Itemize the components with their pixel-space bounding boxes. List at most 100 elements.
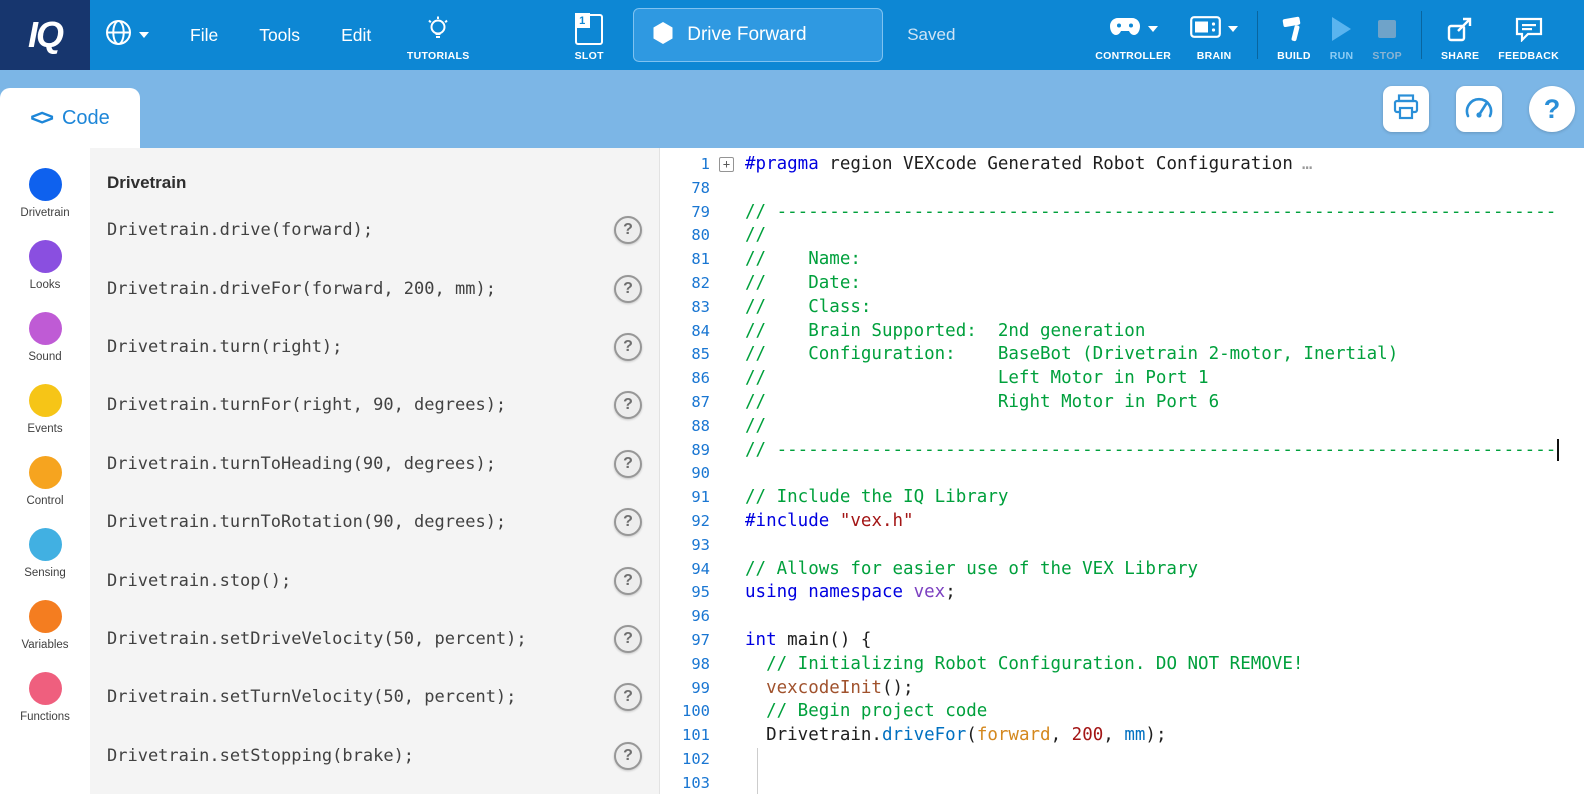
command-text[interactable]: Drivetrain.setDriveVelocity(50, percent)… — [107, 629, 527, 649]
line-number: 91 — [660, 486, 710, 510]
share-button[interactable]: SHARE — [1441, 0, 1479, 70]
command-text[interactable]: Drivetrain.setStopping(brake); — [107, 746, 414, 766]
code-line[interactable]: 88// — [660, 415, 1584, 439]
project-name-button[interactable]: Drive Forward — [633, 8, 883, 62]
stop-button[interactable]: STOP — [1372, 0, 1402, 70]
menu-file[interactable]: File — [190, 25, 218, 46]
tab-code[interactable]: <> Code — [0, 88, 140, 148]
command-help-button[interactable]: ? — [614, 567, 642, 595]
command-text[interactable]: Drivetrain.turn(right); — [107, 337, 342, 357]
sidebar-category-variables[interactable]: Variables — [0, 600, 90, 651]
code-line[interactable]: 98 // Initializing Robot Configuration. … — [660, 653, 1584, 677]
command-text[interactable]: Drivetrain.turnToRotation(90, degrees); — [107, 512, 506, 532]
command-text[interactable]: Drivetrain.stop(); — [107, 571, 291, 591]
code-line[interactable]: 80// — [660, 224, 1584, 248]
build-label: BUILD — [1277, 50, 1311, 62]
run-button[interactable]: RUN — [1330, 0, 1354, 70]
code-line[interactable]: 78 — [660, 177, 1584, 201]
command-text[interactable]: Drivetrain.turnToHeading(90, degrees); — [107, 454, 496, 474]
code-line[interactable]: 101 Drivetrain.driveFor(forward, 200, mm… — [660, 724, 1584, 748]
command-help-button[interactable]: ? — [614, 333, 642, 361]
command-row[interactable]: Drivetrain.setStopping(brake);? — [90, 727, 659, 785]
code-line[interactable]: 81// Name: — [660, 248, 1584, 272]
command-help-button[interactable]: ? — [614, 508, 642, 536]
menu-tools[interactable]: Tools — [259, 25, 300, 46]
sidebar-category-events[interactable]: Events — [0, 384, 90, 435]
code-line[interactable]: 86// Left Motor in Port 1 — [660, 367, 1584, 391]
sidebar-category-functions[interactable]: Functions — [0, 672, 90, 723]
text-cursor — [1557, 439, 1559, 461]
code-line[interactable]: 103 — [660, 772, 1584, 794]
code-line[interactable]: 82// Date: — [660, 272, 1584, 296]
command-help-button[interactable]: ? — [614, 275, 642, 303]
fold-gutter — [710, 391, 745, 415]
command-row[interactable]: Drivetrain.turn(right);? — [90, 318, 659, 376]
line-number: 96 — [660, 605, 710, 629]
command-help-button[interactable]: ? — [614, 391, 642, 419]
code-line[interactable]: 93 — [660, 534, 1584, 558]
code-line[interactable]: 84// Brain Supported: 2nd generation — [660, 320, 1584, 344]
dashboard-button[interactable] — [1456, 86, 1502, 132]
feedback-button[interactable]: FEEDBACK — [1498, 0, 1559, 70]
brain-button[interactable]: BRAIN — [1190, 0, 1238, 70]
line-number: 86 — [660, 367, 710, 391]
command-row[interactable]: Drivetrain.turnFor(right, 90, degrees);? — [90, 376, 659, 434]
code-line[interactable]: 100 // Begin project code — [660, 700, 1584, 724]
command-row[interactable]: Drivetrain.driveFor(forward, 200, mm);? — [90, 259, 659, 317]
code-line[interactable]: 89// -----------------------------------… — [660, 439, 1584, 463]
code-text: Drivetrain.driveFor(forward, 200, mm); — [745, 724, 1584, 748]
code-line[interactable]: 96 — [660, 605, 1584, 629]
code-line[interactable]: 95using namespace vex; — [660, 581, 1584, 605]
line-number: 95 — [660, 581, 710, 605]
share-label: SHARE — [1441, 50, 1479, 62]
controller-button[interactable]: CONTROLLER — [1095, 0, 1171, 70]
command-help-button[interactable]: ? — [614, 216, 642, 244]
code-line[interactable]: 85// Configuration: BaseBot (Drivetrain … — [660, 343, 1584, 367]
controller-label: CONTROLLER — [1095, 50, 1171, 62]
menu-edit[interactable]: Edit — [341, 25, 371, 46]
code-line[interactable]: 99 vexcodeInit(); — [660, 677, 1584, 701]
command-row[interactable]: Drivetrain.stop();? — [90, 551, 659, 609]
command-row[interactable]: Drivetrain.turnToHeading(90, degrees);? — [90, 435, 659, 493]
line-number: 93 — [660, 534, 710, 558]
command-text[interactable]: Drivetrain.driveFor(forward, 200, mm); — [107, 279, 496, 299]
command-row[interactable]: Drivetrain.setTurnVelocity(50, percent);… — [90, 668, 659, 726]
code-line[interactable]: 1+#pragma region VEXcode Generated Robot… — [660, 153, 1584, 177]
help-button[interactable]: ? — [1529, 86, 1575, 132]
code-editor[interactable]: 1+#pragma region VEXcode Generated Robot… — [660, 148, 1584, 794]
command-text[interactable]: Drivetrain.turnFor(right, 90, degrees); — [107, 395, 506, 415]
line-number: 102 — [660, 748, 710, 772]
code-line[interactable]: 83// Class: — [660, 296, 1584, 320]
command-help-button[interactable]: ? — [614, 625, 642, 653]
sidebar-category-sensing[interactable]: Sensing — [0, 528, 90, 579]
category-label: Looks — [30, 279, 61, 291]
sidebar-category-sound[interactable]: Sound — [0, 312, 90, 363]
command-help-button[interactable]: ? — [614, 683, 642, 711]
command-row[interactable]: Drivetrain.turnToRotation(90, degrees);? — [90, 493, 659, 551]
code-line[interactable]: 91// Include the IQ Library — [660, 486, 1584, 510]
tutorials-button[interactable]: TUTORIALS — [395, 0, 481, 70]
language-menu-button[interactable] — [105, 19, 149, 51]
command-row[interactable]: Drivetrain.drive(forward);? — [90, 201, 659, 259]
code-line[interactable]: 79// -----------------------------------… — [660, 201, 1584, 225]
code-line[interactable]: 92#include "vex.h" — [660, 510, 1584, 534]
code-line[interactable]: 87// Right Motor in Port 6 — [660, 391, 1584, 415]
code-text — [745, 534, 1584, 558]
code-line[interactable]: 97int main() { — [660, 629, 1584, 653]
print-button[interactable] — [1383, 86, 1429, 132]
slot-button[interactable]: 1 SLOT — [567, 0, 611, 70]
build-button[interactable]: BUILD — [1277, 0, 1311, 70]
code-line[interactable]: 90 — [660, 462, 1584, 486]
sidebar-category-drivetrain[interactable]: Drivetrain — [0, 168, 90, 219]
command-help-button[interactable]: ? — [614, 450, 642, 478]
command-text[interactable]: Drivetrain.setTurnVelocity(50, percent); — [107, 687, 516, 707]
category-label: Control — [26, 495, 63, 507]
fold-toggle-icon[interactable]: + — [719, 157, 734, 172]
sidebar-category-control[interactable]: Control — [0, 456, 90, 507]
code-line[interactable]: 102 — [660, 748, 1584, 772]
code-line[interactable]: 94// Allows for easier use of the VEX Li… — [660, 558, 1584, 582]
command-row[interactable]: Drivetrain.setDriveVelocity(50, percent)… — [90, 610, 659, 668]
sidebar-category-looks[interactable]: Looks — [0, 240, 90, 291]
command-text[interactable]: Drivetrain.drive(forward); — [107, 220, 373, 240]
command-help-button[interactable]: ? — [614, 742, 642, 770]
